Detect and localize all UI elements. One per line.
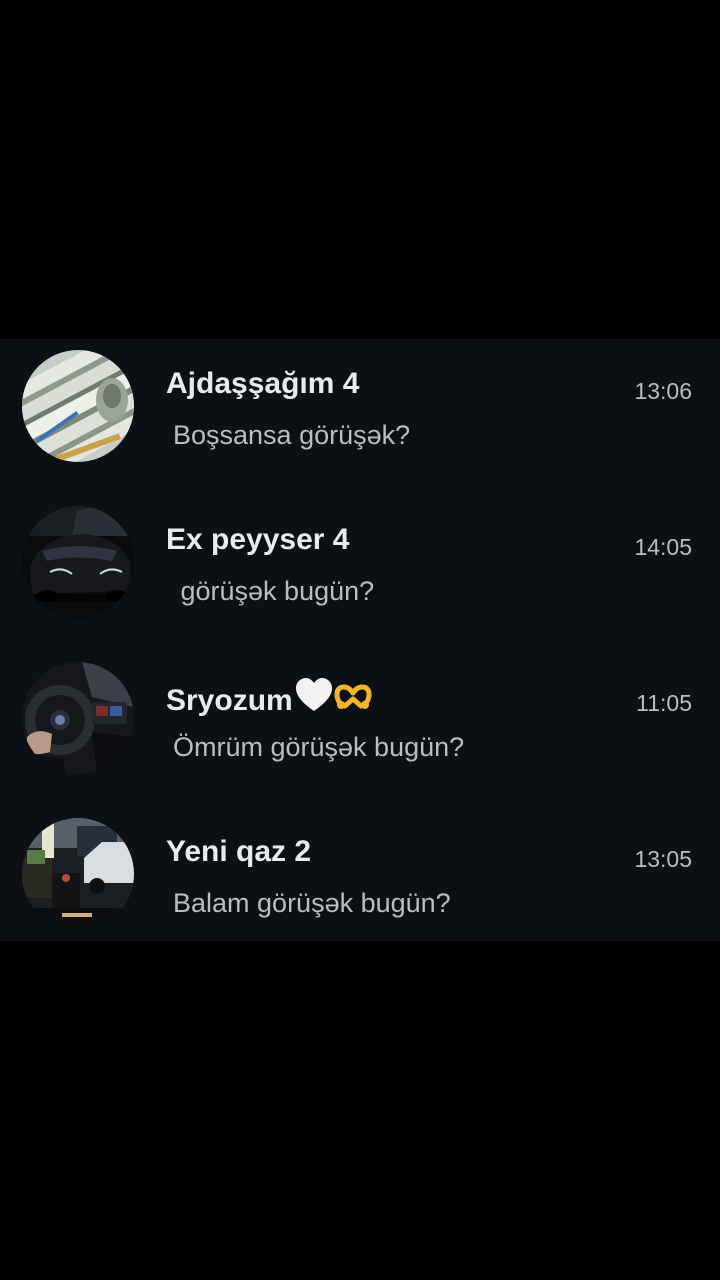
car-interior-avatar[interactable] — [22, 662, 134, 774]
chat-name: Ajdaşşağım 4 — [166, 367, 360, 400]
money-stack-avatar[interactable] — [22, 350, 134, 462]
chat-name: Sryozum — [166, 678, 375, 723]
chat-time: 14:05 — [634, 534, 692, 560]
chat-time: 11:05 — [636, 690, 692, 716]
chat-name-text: Sryozum — [166, 684, 293, 717]
street-night-avatar[interactable] — [22, 818, 134, 930]
chat-last-message: Balam görüşək bugün? — [173, 888, 451, 918]
chat-time: 13:06 — [634, 378, 692, 404]
black-car-avatar[interactable] — [22, 506, 134, 618]
chat-last-message: görüşək bugün? — [173, 576, 375, 606]
chat-last-message: Ömrüm görüşək bugün? — [173, 732, 465, 762]
chat-last-message: Boşsansa görüşək? — [173, 420, 411, 450]
chat-item-yeni-qaz[interactable]: Yeni qaz 2 13:05 Balam görüşək bugün? — [0, 807, 720, 963]
chat-item-ajdassagim[interactable]: Ajdaşşağım 4 13:06 Boşsansa görüşək? — [0, 339, 720, 495]
name-emojis — [295, 678, 375, 723]
chat-name: Ex peyyser 4 — [166, 523, 350, 556]
white-heart-icon — [295, 678, 372, 711]
heart-hands-icon — [334, 684, 372, 709]
chat-item-sryozum[interactable]: Sryozum 11:05 Ömrüm görüşək bugün? — [0, 651, 720, 807]
chat-time: 13:05 — [634, 846, 692, 872]
chat-item-ex-peyyser[interactable]: Ex peyyser 4 14:05 görüşək bugün? — [0, 495, 720, 651]
chat-list: Ajdaşşağım 4 13:06 Boşsansa görüşək? Ex … — [0, 339, 720, 941]
chat-name: Yeni qaz 2 — [166, 835, 312, 868]
